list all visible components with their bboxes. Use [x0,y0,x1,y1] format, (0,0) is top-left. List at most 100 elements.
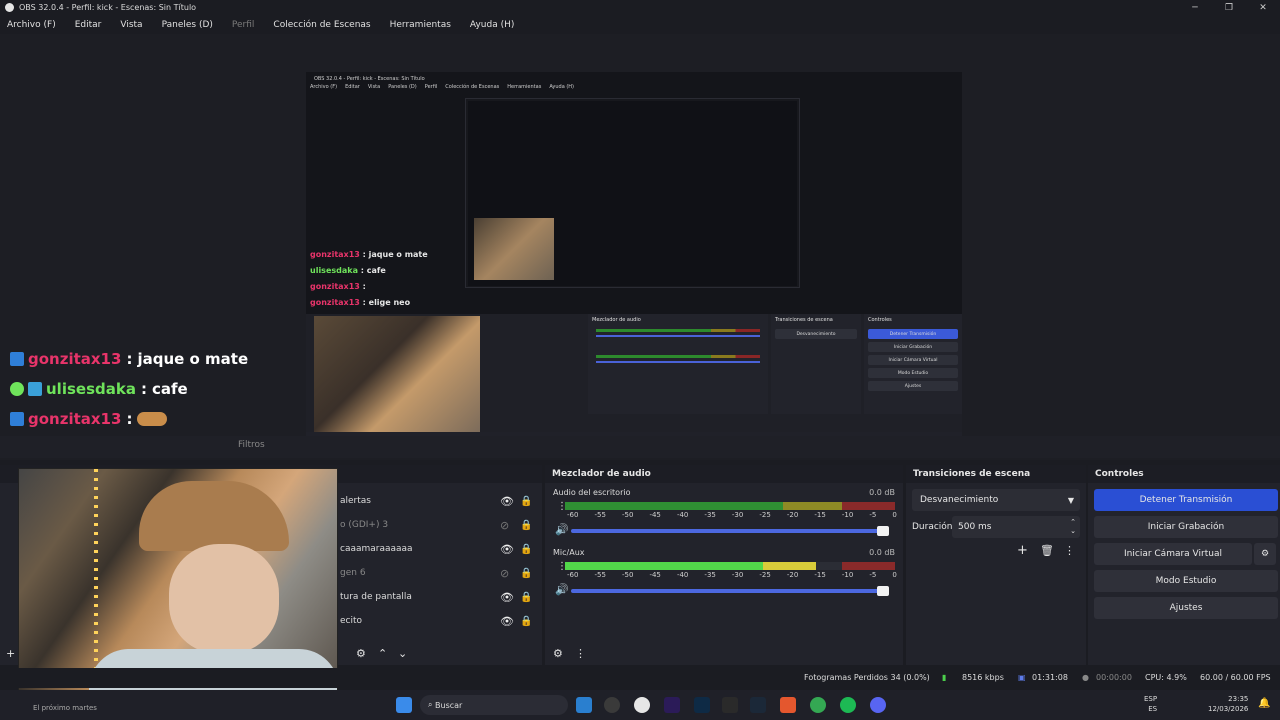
cursor-app-icon[interactable] [634,697,650,713]
minimize-button[interactable]: ─ [1178,0,1212,15]
source-item[interactable]: caaamaraaaaaa 👁 🔒 [340,537,580,561]
gear-icon[interactable]: ⚙ [356,647,366,660]
brave-icon[interactable] [780,697,796,713]
notification-icon[interactable]: 🔔 [1258,698,1270,709]
studio-mode-button[interactable]: Modo Estudio [1094,570,1278,592]
epic-games-icon[interactable] [722,697,738,713]
nested-window-title: OBS 32.0.4 - Perfil: kick - Escenas: Sin… [314,76,425,82]
nested-mixer: Mezclador de audio [588,314,768,414]
source-toolbar: Filtros [0,436,1280,458]
windows-start-icon[interactable] [396,697,412,713]
record-icon: ● [1082,673,1089,682]
tick-label: -10 [841,511,854,519]
tick-label: -5 [869,571,877,579]
tick-label: -30 [731,511,744,519]
start-recording-button[interactable]: Iniciar Grabación [1094,516,1278,538]
volume-knob[interactable] [877,586,889,596]
dropped-frames: Fotogramas Perdidos 34 (0.0%) [804,673,930,682]
eye-icon[interactable]: 👁 [500,615,514,628]
spinner-arrows-icon[interactable]: ⌃ ⌄ [1070,518,1076,536]
eye-icon[interactable]: 👁 [500,543,514,556]
start-virtual-camera-button[interactable]: Iniciar Cámara Virtual [1094,543,1252,565]
add-icon[interactable]: + [1017,543,1028,558]
taskbar-search[interactable]: ⌕ Buscar [420,695,568,715]
speaker-icon[interactable]: 🔊 [555,523,569,536]
source-item[interactable]: o (GDI+) 3 ⊘ 🔒 [340,513,580,537]
kebab-menu-icon[interactable]: ⋮ [575,647,586,660]
stream-icon: ▣ [1018,673,1026,682]
transitions-title: Transiciones de escena [906,465,1086,483]
menu-archivo[interactable]: Archivo (F) [4,20,59,30]
volume-slider[interactable] [571,526,889,536]
tick-label: -30 [731,571,744,579]
source-item[interactable]: alertas 👁 🔒 [340,489,580,513]
spotify-icon[interactable] [840,697,856,713]
nested-preview [465,98,800,288]
audio-mixer-panel: Mezclador de audio Audio del escritorio … [545,465,903,665]
taskview-icon[interactable] [576,697,592,713]
eye-hidden-icon[interactable]: ⊘ [500,567,509,580]
level-meter [565,502,895,510]
transition-select[interactable]: Desvanecimiento ▼ [912,489,1080,511]
volume-slider[interactable] [571,586,889,596]
lock-icon[interactable]: 🔒 [520,520,532,531]
menu-ayuda[interactable]: Ayuda (H) [467,20,517,30]
trash-icon[interactable]: 🗑 [1040,544,1054,557]
photoshop-icon[interactable] [694,697,710,713]
lock-icon[interactable]: 🔒 [520,592,532,603]
menu-coleccion-escenas[interactable]: Colección de Escenas [270,20,373,30]
kick-badge-icon [10,352,24,366]
tick-label: -15 [814,511,826,519]
clock[interactable]: 23:35 12/03/2026 [1208,694,1248,714]
chrome-icon[interactable] [810,697,826,713]
kebab-menu-icon[interactable]: ⋮ [1064,544,1075,557]
chevron-up-icon[interactable]: ⌃ [378,647,387,660]
maximize-button[interactable]: ❐ [1212,0,1246,15]
tick-label: -60 [567,511,579,519]
stop-stream-button[interactable]: Detener Transmisión [1094,489,1278,511]
menu-herramientas[interactable]: Herramientas [387,20,454,30]
add-scene-icon[interactable]: + [6,647,15,660]
speaker-icon[interactable]: 🔊 [555,583,569,596]
menu-perfil: Perfil [231,20,255,30]
cpu-usage: CPU: 4.9% [1145,673,1187,682]
source-item[interactable]: gen 6 ⊘ 🔒 [340,561,580,585]
menu-vista[interactable]: Vista [117,20,145,30]
filters-button[interactable]: Filtros [238,440,265,450]
lock-icon[interactable]: 🔒 [520,496,532,507]
meter-ticks: -60 -55 -50 -45 -40 -35 -30 -25 -20 -15 -10 -5 0 [567,571,897,579]
sub-badge-icon [28,382,42,396]
language-indicator[interactable]: ESP ES [1144,694,1157,714]
tick-label: -25 [759,511,771,519]
menu-paneles[interactable]: Paneles (D) [159,20,216,30]
source-item[interactable]: ecito 👁 🔒 [340,609,580,633]
virtual-camera-settings-button[interactable]: ⚙ [1254,543,1276,565]
lock-icon[interactable]: 🔒 [520,568,532,579]
source-item[interactable]: tura de pantalla 👁 🔒 [340,585,580,609]
eye-icon[interactable]: 👁 [500,591,514,604]
tick-label: -60 [567,571,579,579]
channel-name: Audio del escritorio [553,488,631,497]
level-meter [565,562,895,570]
eye-icon[interactable]: 👁 [500,495,514,508]
gear-icon[interactable]: ⚙ [553,647,563,660]
steam-icon[interactable] [750,697,766,713]
volume-knob[interactable] [877,526,889,536]
duration-spinner[interactable]: 500 ms ⌃ ⌄ [952,516,1080,538]
meter-ticks: -60 -55 -50 -45 -40 -35 -30 -25 -20 -15 -10 -5 0 [567,511,897,519]
discord-icon[interactable] [870,697,886,713]
eye-hidden-icon[interactable]: ⊘ [500,519,509,532]
close-button[interactable]: ✕ [1246,0,1280,15]
tick-label: -40 [676,571,689,579]
menu-editar[interactable]: Editar [72,20,105,30]
chat-message: gonzitax13: jaque o mate [10,344,248,374]
chevron-down-icon[interactable]: ⌄ [398,647,407,660]
lock-icon[interactable]: 🔒 [520,616,532,627]
tick-label: -35 [704,511,716,519]
premiere-icon[interactable] [664,697,680,713]
lock-icon[interactable]: 🔒 [520,544,532,555]
obs-taskbar-icon[interactable] [604,697,620,713]
tick-label: -20 [786,571,799,579]
obs-logo-icon [5,3,14,12]
settings-button[interactable]: Ajustes [1094,597,1278,619]
